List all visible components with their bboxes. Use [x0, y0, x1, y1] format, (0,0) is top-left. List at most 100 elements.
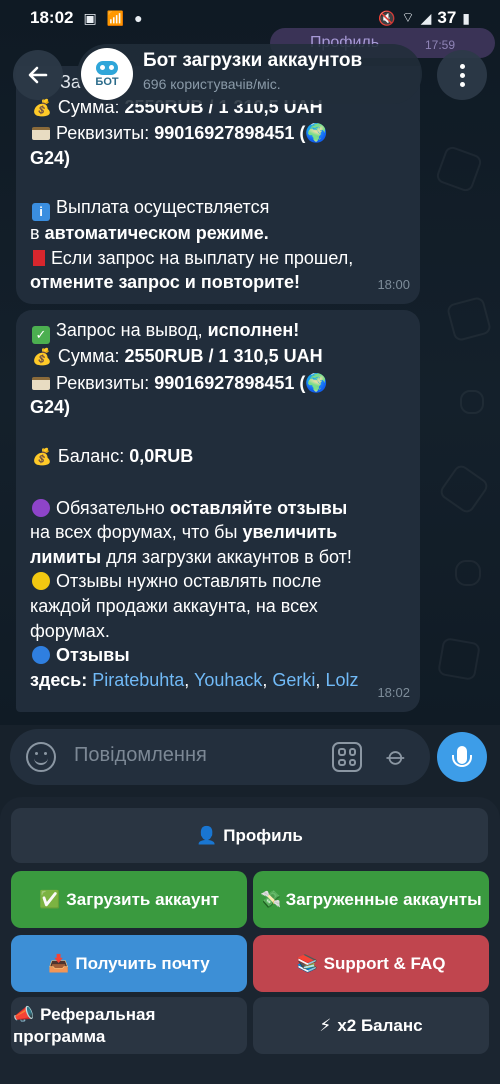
sync-icon: ● — [134, 10, 143, 26]
x2-balance-button[interactable]: ⚡ x2 Баланс — [253, 997, 489, 1054]
back-button[interactable] — [13, 50, 63, 100]
link-gerki[interactable]: Gerki — [272, 670, 315, 690]
message-text: Реквизиты: — [56, 372, 155, 393]
bot-icon — [96, 60, 118, 75]
message-text: оставляйте отзывы — [169, 497, 348, 518]
avatar: БОТ — [81, 48, 133, 100]
red-square-icon — [33, 249, 45, 266]
support-faq-button[interactable]: 📚 Support & FAQ — [253, 935, 489, 992]
upload-account-button[interactable]: ✅ Загрузить аккаунт — [11, 871, 247, 928]
voice-record-button[interactable] — [437, 732, 487, 782]
button-label: Загрузить аккаунт — [66, 889, 220, 909]
yellow-circle-icon — [32, 572, 50, 591]
separator: , — [315, 669, 326, 690]
referral-program-button[interactable]: 📣 Реферальная программа — [11, 997, 247, 1054]
message-text: 99016927898451 ( — [154, 372, 306, 393]
signal-icon: 📶 — [106, 9, 125, 26]
message-text: в — [30, 222, 45, 243]
message-text: Отзывы — [56, 645, 130, 666]
cell-icon: ◢ — [420, 9, 432, 26]
message-text: 2550RUB / 1 310,5 UAH — [124, 346, 323, 366]
battery-icon: ▮ — [462, 9, 470, 26]
uploaded-accounts-button[interactable]: 💸 Загруженные аккаунты — [253, 871, 489, 928]
message-text: G24) — [30, 397, 71, 418]
battery-level: 37 — [437, 8, 457, 27]
globe-icon: 🌍 — [305, 372, 328, 393]
money-bag-icon: 💰 — [32, 449, 52, 467]
money-bag-icon: 💰 — [32, 349, 52, 366]
message-text: лимиты — [30, 546, 102, 567]
microphone-icon — [452, 746, 472, 767]
chat-title: Бот загрузки аккаунтов — [143, 50, 363, 71]
button-label: Реферальная — [40, 1004, 156, 1024]
more-vertical-icon — [459, 63, 465, 87]
message-text: Если запрос на выплату не прошел, — [51, 247, 354, 268]
credit-card-icon — [32, 376, 50, 390]
link-piratebuhta[interactable]: Piratebuhta — [92, 670, 184, 690]
chat-info[interactable]: БОТ Бот загрузки аккаунтов 696 користува… — [77, 44, 422, 104]
blue-circle-icon — [32, 646, 50, 665]
button-label: программа — [13, 1026, 106, 1046]
purple-circle-icon — [32, 498, 50, 517]
message-text: G24) — [30, 147, 71, 168]
navigation-bar — [0, 1079, 500, 1084]
message-text: для загрузки аккаунтов в бот! — [101, 546, 352, 567]
message-text: исполнен! — [207, 320, 300, 340]
chat-subtitle: 696 користувачів/міс. — [143, 76, 281, 92]
mute-icon: 🔇 — [377, 9, 396, 26]
message-input-bar: Повідомлення ⌀ — [10, 729, 430, 785]
lightning-icon: ⚡ — [319, 1015, 332, 1035]
message-text: автоматическом режиме. — [44, 222, 269, 243]
link-lolz[interactable]: Lolz — [325, 670, 358, 690]
avatar-label: БОТ — [95, 75, 119, 88]
button-label: Профиль — [223, 825, 303, 845]
more-options-button[interactable] — [437, 50, 487, 100]
link-youhack[interactable]: Youhack — [194, 670, 262, 690]
wifi-icon: ⌔ — [401, 9, 415, 25]
paperclip-icon[interactable]: ⌀ — [380, 740, 413, 773]
message-text: 99016927898451 ( — [154, 123, 306, 144]
message-text: Запрос на вывод, — [56, 320, 208, 340]
globe-icon: 🌍 — [305, 123, 328, 144]
message-input[interactable]: Повідомлення — [74, 744, 207, 767]
message-text: Баланс: — [57, 446, 130, 467]
message-text: Сумма: — [57, 346, 125, 366]
status-bar: 18:02 ▣ 📶 ● 🔇 ⌔ ◢ 37 ▮ — [0, 0, 500, 36]
message-text: Выплата осуществляется — [56, 196, 270, 217]
button-label: Support & FAQ — [323, 953, 446, 973]
button-label: Получить почту — [75, 953, 210, 973]
inbox-icon: 📥 — [48, 953, 70, 973]
notification-icon: ▣ — [83, 9, 97, 26]
message-text: Отзывы нужно оставлять после — [56, 571, 322, 592]
separator: , — [262, 669, 273, 690]
megaphone-icon: 📣 — [13, 1004, 35, 1024]
message-bubble: ✓ Запрос на вывод, исполнен! 💰 Сумма: 2550… — [16, 310, 420, 712]
user-icon: 👤 — [196, 825, 218, 845]
message-time: 18:00 — [377, 277, 410, 293]
message-text: здесь: — [30, 669, 93, 690]
profile-button[interactable]: 👤 Профиль — [11, 808, 488, 863]
message-text: увеличить — [242, 522, 338, 543]
info-icon: i — [32, 202, 50, 221]
bot-keyboard: 👤 Профиль ✅ Загрузить аккаунт 💸 Загруженные… — [0, 797, 500, 1084]
emoji-icon[interactable] — [26, 742, 56, 772]
message-text: 0,0RUB — [129, 446, 194, 467]
message-text: форумах. — [30, 620, 110, 641]
message-text: отмените запрос и повторите! — [30, 272, 301, 293]
get-mail-button[interactable]: 📥 Получить почту — [11, 935, 247, 992]
keyboard-icon[interactable] — [332, 742, 362, 772]
message-time: 18:02 — [377, 685, 410, 701]
back-arrow-icon — [28, 66, 48, 84]
message-text: на всех форумах, что бы — [30, 522, 243, 543]
button-label: Загруженные аккаунты — [285, 889, 482, 909]
chat-header: БОТ Бот загрузки аккаунтов 696 користува… — [0, 36, 500, 110]
check-mark-icon: ✓ — [32, 326, 50, 344]
message-text: каждой продажи аккаунта, на всех — [30, 595, 318, 616]
money-stack-icon: 💸 — [260, 889, 282, 909]
check-mark-icon: ✅ — [38, 889, 61, 909]
button-label: x2 Баланс — [337, 1015, 423, 1035]
message-text: Реквизиты: — [56, 123, 155, 144]
books-icon: 📚 — [296, 953, 318, 973]
status-time: 18:02 — [30, 8, 74, 27]
credit-card-icon — [32, 127, 50, 141]
